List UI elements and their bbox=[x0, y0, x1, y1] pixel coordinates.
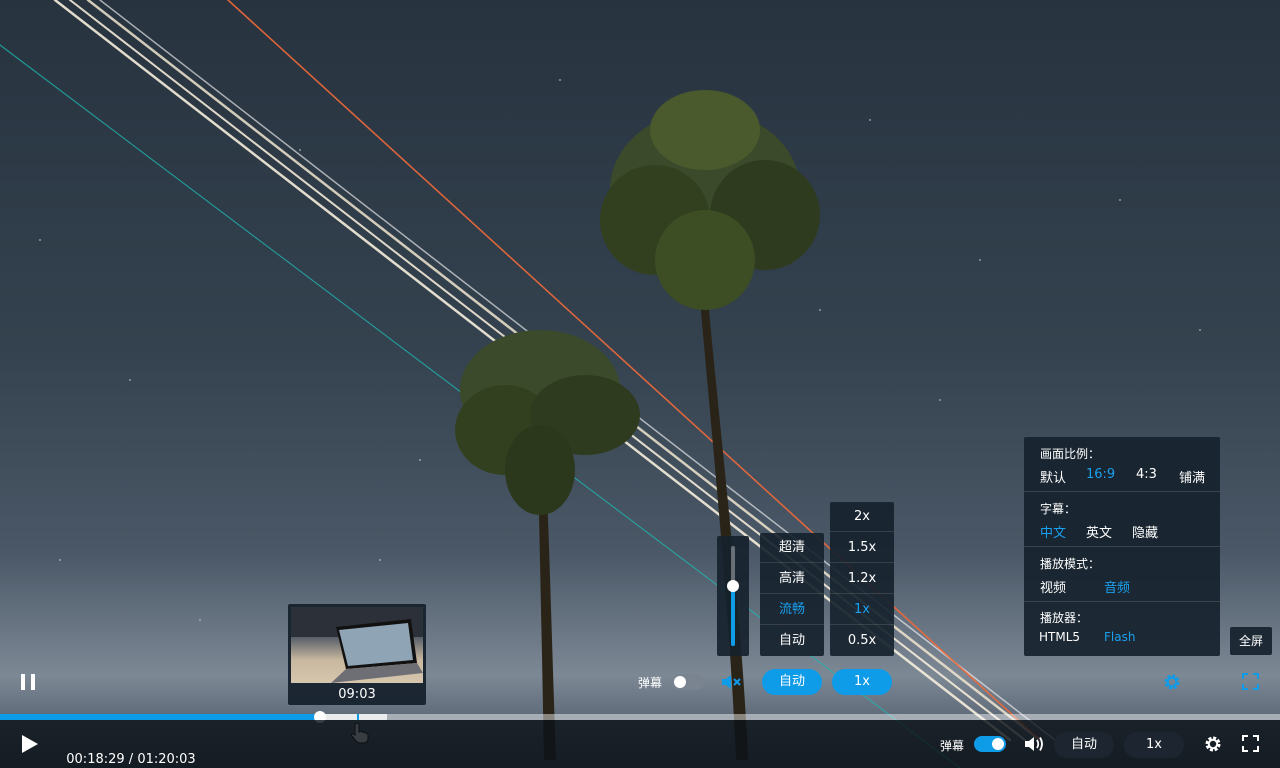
bar-danmaku-toggle[interactable] bbox=[974, 736, 1006, 752]
divider bbox=[1024, 546, 1220, 547]
aspect-option[interactable]: 铺满 bbox=[1179, 467, 1205, 486]
subtitle-option-selected[interactable]: 中文 bbox=[1040, 522, 1066, 541]
overlay-danmaku-label: 弹幕 bbox=[638, 676, 663, 690]
speed-option[interactable]: 2x bbox=[830, 502, 894, 532]
gear-icon[interactable] bbox=[1163, 673, 1181, 691]
laptop-image bbox=[291, 607, 423, 683]
speed-option-selected[interactable]: 1x bbox=[830, 595, 894, 625]
quality-menu: 超清 高清 流畅 自动 bbox=[760, 533, 824, 656]
time-display: 00:18:29 / 01:20:03 bbox=[58, 737, 196, 767]
bar-danmaku-label: 弹幕 bbox=[940, 739, 965, 753]
divider bbox=[1024, 601, 1220, 602]
volume-icon[interactable] bbox=[1025, 735, 1045, 753]
quality-option[interactable]: 自动 bbox=[760, 626, 824, 656]
play-icon[interactable] bbox=[22, 735, 38, 753]
aspect-option[interactable]: 4:3 bbox=[1136, 467, 1157, 482]
mode-title: 播放模式： bbox=[1040, 557, 1101, 571]
mode-option-selected[interactable]: 音频 bbox=[1104, 577, 1130, 596]
fullscreen-tooltip: 全屏 bbox=[1230, 627, 1272, 655]
seek-preview: 09:03 bbox=[288, 604, 426, 705]
volume-fill bbox=[731, 586, 735, 646]
bar-fullscreen-icon[interactable] bbox=[1242, 735, 1259, 752]
divider bbox=[1024, 491, 1220, 492]
mute-icon[interactable] bbox=[722, 674, 744, 690]
aspect-title: 画面比例： bbox=[1040, 447, 1101, 461]
pause-icon[interactable] bbox=[21, 674, 37, 690]
mode-option[interactable]: 视频 bbox=[1040, 577, 1066, 596]
speed-option[interactable]: 1.2x bbox=[830, 564, 894, 594]
time-separator: / bbox=[124, 752, 138, 767]
bar-quality-button[interactable]: 自动 bbox=[1054, 732, 1114, 758]
speed-option[interactable]: 0.5x bbox=[830, 626, 894, 656]
subtitle-title: 字幕： bbox=[1040, 502, 1077, 516]
preview-thumbnail bbox=[291, 607, 423, 683]
settings-panel: 画面比例： 默认 16:9 4:3 铺满 字幕： 中文 英文 隐藏 播放模式： … bbox=[1024, 437, 1220, 656]
volume-track[interactable] bbox=[727, 546, 739, 646]
aspect-option[interactable]: 默认 bbox=[1040, 467, 1066, 486]
subtitle-option[interactable]: 英文 bbox=[1086, 522, 1112, 541]
quality-option[interactable]: 高清 bbox=[760, 564, 824, 594]
overlay-danmaku-toggle[interactable] bbox=[672, 674, 704, 690]
volume-knob[interactable] bbox=[727, 580, 739, 592]
current-time: 00:18:29 bbox=[66, 752, 125, 767]
speed-menu: 2x 1.5x 1.2x 1x 0.5x bbox=[830, 502, 894, 656]
volume-slider-panel[interactable] bbox=[717, 536, 749, 656]
player-title: 播放器： bbox=[1040, 611, 1089, 625]
overlay-quality-button[interactable]: 自动 bbox=[762, 669, 822, 695]
quality-option-selected[interactable]: 流畅 bbox=[760, 595, 824, 625]
player-option[interactable]: HTML5 bbox=[1039, 630, 1080, 644]
fullscreen-icon[interactable] bbox=[1242, 673, 1259, 690]
quality-option[interactable]: 超清 bbox=[760, 533, 824, 563]
overlay-speed-button[interactable]: 1x bbox=[832, 669, 892, 695]
bar-speed-button[interactable]: 1x bbox=[1124, 732, 1184, 758]
speed-option[interactable]: 1.5x bbox=[830, 533, 894, 563]
player-option-selected[interactable]: Flash bbox=[1104, 630, 1135, 644]
total-time: 01:20:03 bbox=[137, 752, 196, 767]
preview-time: 09:03 bbox=[338, 687, 376, 702]
settings-gear-icon[interactable] bbox=[1204, 735, 1222, 753]
aspect-option-selected[interactable]: 16:9 bbox=[1086, 467, 1115, 482]
subtitle-option[interactable]: 隐藏 bbox=[1132, 522, 1158, 541]
